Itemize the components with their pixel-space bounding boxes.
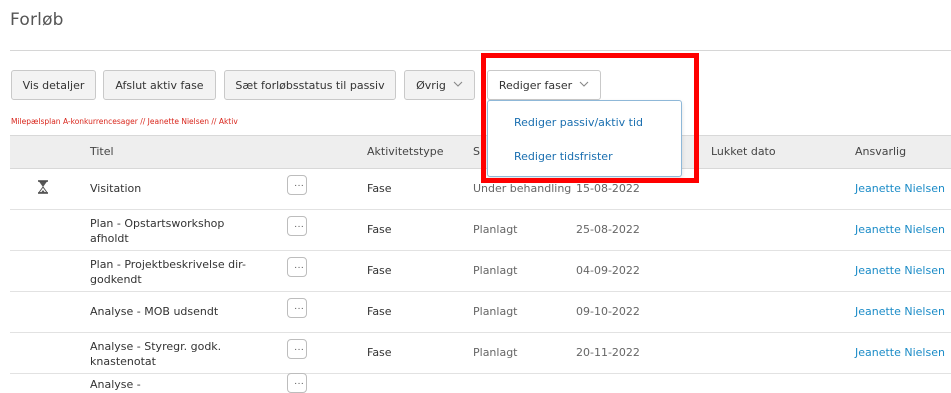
chevron-down-icon (453, 80, 463, 90)
header-titel[interactable]: Titel (90, 136, 114, 170)
table-row[interactable]: Analyse - Styregr. godk. knastenotat ···… (10, 333, 951, 374)
header-status[interactable]: S (473, 136, 480, 170)
table-header: Titel Aktivitetstype S Lukket dato Ansva… (10, 135, 951, 169)
row-responsible-link[interactable]: Jeanette Nielsen (855, 169, 945, 209)
ovrig-label: Øvrig (416, 78, 446, 92)
row-status: Planlagt (473, 223, 518, 236)
table-row[interactable]: Plan - Opstartsworkshop afholdt ··· Fase… (10, 210, 951, 251)
row-type: Fase (367, 182, 392, 195)
menu-item-rediger-tidsfrister[interactable]: Rediger tidsfrister (514, 150, 613, 163)
row-type: Fase (367, 305, 392, 318)
row-title: Analyse - MOB udsendt (90, 305, 219, 318)
table-row[interactable]: Plan - Projektbeskrivelse dir-godkendt ·… (10, 251, 951, 292)
more-icon[interactable]: ··· (287, 175, 307, 195)
row-date: 25-08-2022 (576, 223, 640, 236)
more-icon[interactable]: ··· (287, 339, 307, 359)
more-icon[interactable]: ··· (287, 216, 307, 236)
phases-table: Titel Aktivitetstype S Lukket dato Ansva… (10, 135, 951, 393)
row-type: Fase (367, 346, 392, 359)
row-title: Visitation (90, 182, 142, 195)
row-title: Plan - Projektbeskrivelse dir-godkendt (90, 258, 246, 286)
saet-status-passiv-label: Sæt forløbsstatus til passiv (235, 78, 385, 92)
header-ansvarlig[interactable]: Ansvarlig (855, 136, 906, 170)
chevron-down-icon (579, 80, 589, 90)
rediger-faser-label: Rediger faser (498, 78, 573, 92)
row-title: Analyse - Styregr. godk. knastenotat (90, 340, 222, 368)
header-lukket-dato[interactable]: Lukket dato (711, 136, 776, 170)
row-status: Planlagt (473, 264, 518, 277)
row-status: Planlagt (473, 305, 518, 318)
afslut-aktiv-fase-button[interactable]: Afslut aktiv fase (103, 70, 216, 100)
vis-detaljer-button[interactable]: Vis detaljer (11, 70, 96, 100)
title-divider (10, 50, 951, 51)
toolbar: Vis detaljer Afslut aktiv fase Sæt forlø… (0, 70, 951, 100)
row-responsible-link[interactable]: Jeanette Nielsen (855, 292, 945, 332)
row-status: Planlagt (473, 346, 518, 359)
table-row[interactable]: Analyse - ··· (10, 373, 951, 393)
row-date: 04-09-2022 (576, 264, 640, 277)
row-date: 20-11-2022 (576, 346, 640, 359)
row-type: Fase (367, 223, 392, 236)
rediger-faser-menu: Rediger passiv/aktiv tid Rediger tidsfri… (487, 100, 682, 177)
row-responsible-link[interactable]: Jeanette Nielsen (855, 333, 945, 373)
header-aktivitetstype[interactable]: Aktivitetstype (367, 136, 444, 170)
more-icon[interactable]: ··· (287, 373, 307, 393)
table-row[interactable]: Visitation ··· Fase Under behandling 15-… (10, 169, 951, 210)
row-title: Plan - Opstartsworkshop afholdt (90, 217, 225, 245)
more-icon[interactable]: ··· (287, 257, 307, 277)
rediger-faser-dropdown-button[interactable]: Rediger faser (487, 70, 601, 100)
breadcrumb: Milepælsplan A-konkurrencesager // Jeane… (11, 117, 238, 126)
row-responsible-link[interactable]: Jeanette Nielsen (855, 251, 945, 291)
saet-status-passiv-button[interactable]: Sæt forløbsstatus til passiv (224, 70, 396, 100)
table-row[interactable]: Analyse - MOB udsendt ··· Fase Planlagt … (10, 292, 951, 333)
page-title: Forløb (10, 10, 64, 30)
more-icon[interactable]: ··· (287, 298, 307, 318)
row-responsible-link[interactable]: Jeanette Nielsen (855, 210, 945, 250)
ovrig-dropdown-button[interactable]: Øvrig (404, 70, 475, 100)
row-date: 09-10-2022 (576, 305, 640, 318)
vis-detaljer-label: Vis detaljer (22, 78, 85, 92)
hourglass-icon (37, 179, 49, 194)
row-type: Fase (367, 264, 392, 277)
afslut-aktiv-fase-label: Afslut aktiv fase (115, 78, 204, 92)
menu-item-rediger-passiv-aktiv-tid[interactable]: Rediger passiv/aktiv tid (514, 116, 643, 129)
